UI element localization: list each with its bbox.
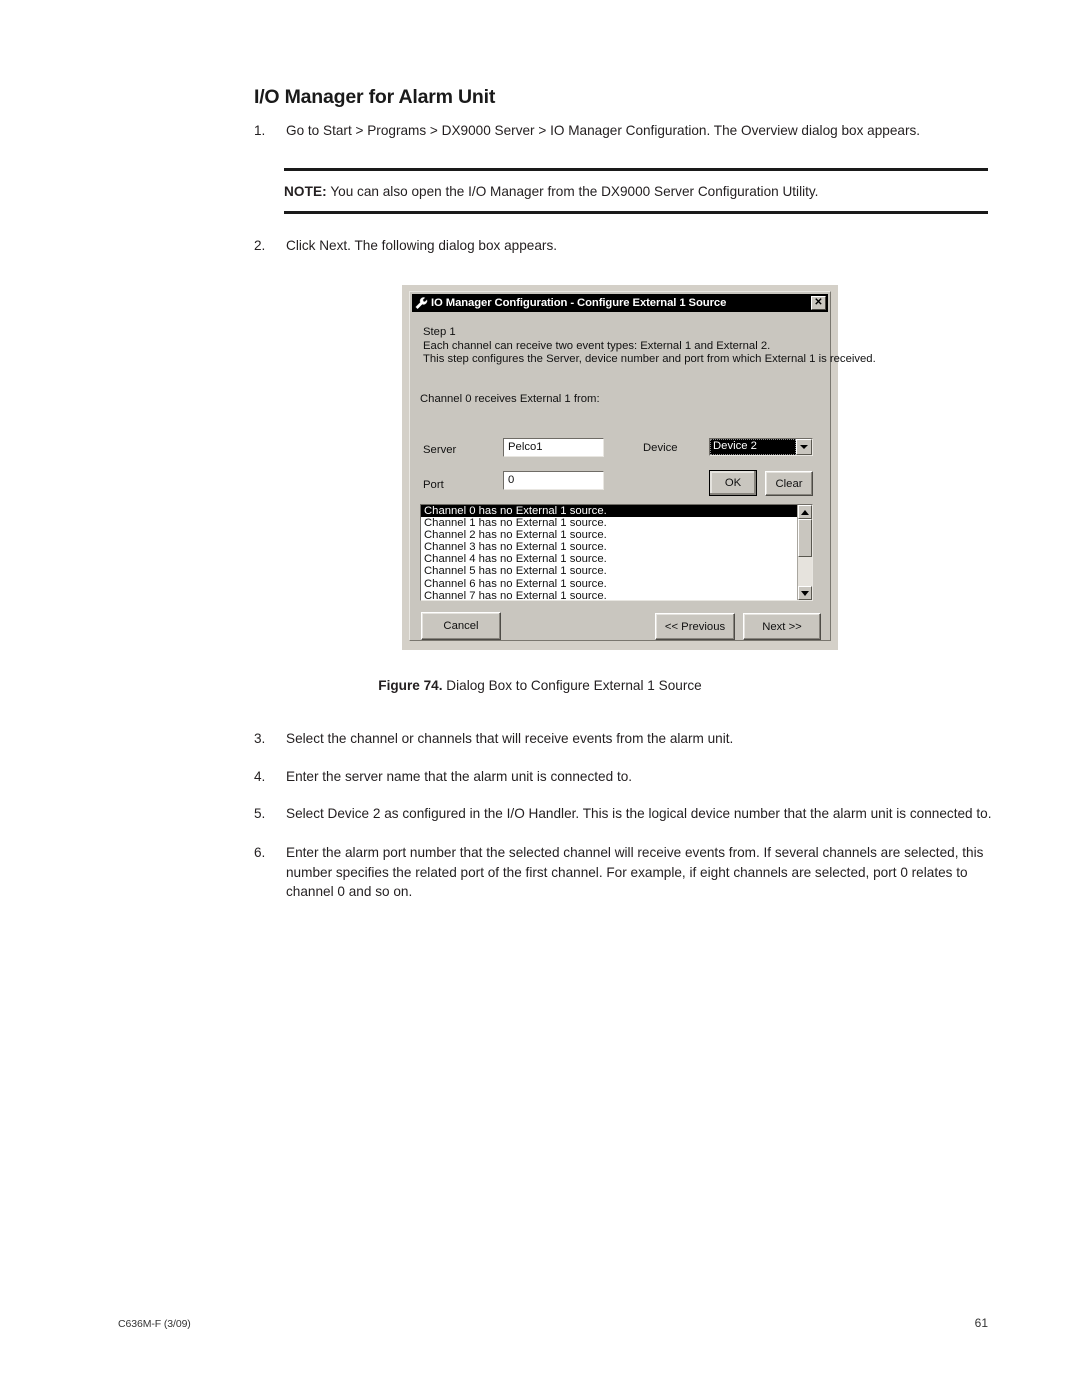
document-page: I/O Manager for Alarm Unit 1. Go to Star… [0, 0, 1080, 1397]
list-item[interactable]: Channel 0 has no External 1 source. [421, 505, 797, 518]
instruction-line-2: Each channel can receive two event types… [423, 339, 771, 352]
dialog-titlebar[interactable]: IO Manager Configuration - Configure Ext… [412, 294, 828, 312]
wrench-icon [414, 296, 429, 311]
note-text: You can also open the I/O Manager from t… [330, 184, 819, 199]
step-item-4: 4. Enter the server name that the alarm … [254, 767, 994, 787]
note-label: NOTE: [284, 184, 327, 199]
server-label: Server [423, 444, 457, 456]
dialog-title: IO Manager Configuration - Configure Ext… [431, 297, 727, 309]
step-number: 1. [254, 123, 266, 138]
step-item-6: 6. Enter the alarm port number that the … [254, 843, 984, 902]
figure-screenshot: IO Manager Configuration - Configure Ext… [402, 285, 876, 650]
chevron-down-glyph [800, 445, 808, 449]
clear-button[interactable]: Clear [765, 471, 813, 496]
channel-prompt: Channel 0 receives External 1 from: [420, 393, 600, 405]
list-item[interactable]: Channel 1 has no External 1 source. [421, 517, 797, 529]
list-item[interactable]: Channel 3 has no External 1 source. [421, 541, 797, 553]
port-label: Port [423, 479, 444, 491]
step-number: 6. [254, 845, 266, 860]
step-number: 4. [254, 769, 266, 784]
step-text: Go to Start > Programs > DX9000 Server >… [286, 123, 921, 138]
step-text: Enter the alarm port number that the sel… [286, 845, 984, 899]
scrollbar-thumb[interactable] [798, 519, 812, 557]
scroll-up-glyph [801, 509, 809, 515]
scroll-up-icon[interactable] [798, 505, 812, 519]
figure-label: Figure 74. [378, 678, 443, 693]
list-item[interactable]: Channel 2 has no External 1 source. [421, 529, 797, 541]
channel-list-items[interactable]: Channel 0 has no External 1 source. Chan… [421, 505, 797, 600]
step-item-5: 5. Select Device 2 as configured in the … [254, 804, 994, 824]
next-button[interactable]: Next >> [743, 613, 821, 640]
list-item[interactable]: Channel 6 has no External 1 source. [421, 578, 797, 590]
page-title: I/O Manager for Alarm Unit [254, 86, 496, 108]
listbox-scrollbar[interactable] [797, 505, 812, 600]
note-rule-bottom [284, 211, 988, 214]
list-item[interactable]: Channel 4 has no External 1 source. [421, 553, 797, 565]
ok-button[interactable]: OK [709, 470, 757, 496]
device-label: Device [643, 442, 678, 454]
instruction-line-1: Step 1 [423, 326, 456, 338]
footer-page-number: 61 [974, 1316, 988, 1330]
scrollbar-track[interactable] [798, 519, 812, 586]
instruction-line-3: This step configures the Server, device … [423, 353, 876, 366]
note-body: NOTE: You can also open the I/O Manager … [284, 171, 988, 211]
step-text: Enter the server name that the alarm uni… [286, 769, 633, 784]
list-item[interactable]: Channel 7 has no External 1 source. [421, 590, 797, 600]
step-text: Select the channel or channels that will… [286, 731, 734, 746]
step-item-2: 2. Click Next. The following dialog box … [254, 236, 994, 256]
close-icon[interactable]: ✕ [811, 296, 826, 310]
channel-listbox[interactable]: Channel 0 has no External 1 source. Chan… [420, 504, 813, 601]
step-text: Select Device 2 as configured in the I/O… [286, 806, 992, 821]
dialog-instructions: Step 1 Each channel can receive two even… [423, 326, 876, 367]
scroll-down-glyph [801, 590, 809, 596]
step-number: 2. [254, 238, 266, 253]
device-dropdown[interactable]: Device 2 [709, 438, 813, 456]
note-callout: NOTE: You can also open the I/O Manager … [284, 168, 988, 214]
previous-button[interactable]: << Previous [655, 613, 735, 640]
port-input[interactable]: 0 [503, 471, 604, 490]
server-input[interactable]: Pelco1 [503, 438, 604, 457]
step-number: 3. [254, 731, 266, 746]
dialog-body: Step 1 Each channel can receive two even… [412, 314, 876, 640]
step-number: 5. [254, 806, 266, 821]
step-item-3: 3. Select the channel or channels that w… [254, 729, 994, 749]
device-selected-value: Device 2 [710, 439, 796, 455]
cancel-button[interactable]: Cancel [421, 612, 501, 640]
list-item[interactable]: Channel 5 has no External 1 source. [421, 565, 797, 577]
figure-caption-text: Dialog Box to Configure External 1 Sourc… [446, 678, 702, 693]
step-item-1: 1. Go to Start > Programs > DX9000 Serve… [254, 121, 994, 141]
scroll-down-icon[interactable] [798, 586, 812, 600]
figure-caption: Figure 74. Dialog Box to Configure Exter… [0, 678, 1080, 693]
dialog-window: IO Manager Configuration - Configure Ext… [409, 291, 876, 641]
footer-document-code: C636M-F (3/09) [118, 1318, 191, 1330]
step-text: Click Next. The following dialog box app… [286, 238, 558, 253]
chevron-down-icon[interactable] [796, 439, 812, 455]
